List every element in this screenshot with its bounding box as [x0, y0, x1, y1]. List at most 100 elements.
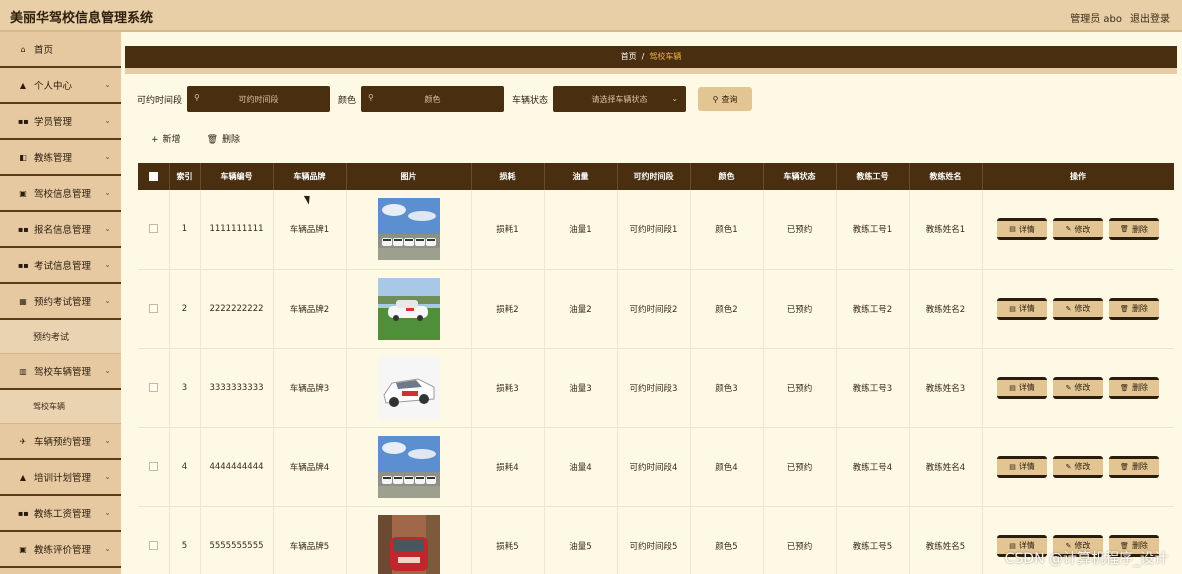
- column-header: 操作: [982, 163, 1174, 190]
- delete-button[interactable]: 🗑 删除: [1109, 376, 1159, 399]
- color-search-input[interactable]: ⚲ 颜色: [361, 86, 505, 112]
- sidebar-item[interactable]: ▲ 培训计划管理 ⌄: [0, 460, 121, 496]
- sidebar-item[interactable]: ▥ 驾校车辆管理 ⌄: [0, 354, 121, 390]
- status-label: 车辆状态: [512, 95, 549, 106]
- watermark: CSDN @计算机程序_设计: [1004, 551, 1168, 567]
- chevron-down-icon: ⌄: [104, 296, 111, 305]
- loss-value: 损耗2: [471, 269, 545, 348]
- coach-number: 教练工号3: [836, 348, 910, 427]
- row-actions: ▤ 详情 ✎ 修改 🗑 删除: [982, 190, 1174, 269]
- row-actions: ▤ 详情 ✎ 修改 🗑 删除: [982, 427, 1174, 506]
- sidebar-item[interactable]: ✈ 车辆预约管理 ⌄: [0, 424, 121, 460]
- plane-icon: ✈: [19, 436, 27, 446]
- logout-link[interactable]: 退出登录: [1130, 10, 1170, 25]
- delete-label: 删除: [1131, 224, 1148, 234]
- main-content: 首页 / 驾校车辆 可约时间段 ⚲ 可约时间段 颜色 ⚲ 颜色 车辆状态 请选择车辆…: [125, 32, 1182, 574]
- edit-icon: ✎: [1065, 462, 1072, 471]
- column-header: 教练工号: [836, 163, 910, 190]
- column-header: 索引: [169, 163, 201, 190]
- trash-icon: 🗑: [1120, 383, 1129, 392]
- search-icon: ⚲: [368, 93, 374, 102]
- edit-label: 修改: [1074, 304, 1091, 313]
- add-button[interactable]: + 新增: [151, 132, 181, 145]
- grid-icon: ▪▪: [18, 224, 29, 234]
- sidebar-item[interactable]: ⌂ 首页: [0, 32, 121, 68]
- breadcrumb-underline: [125, 68, 1177, 74]
- edit-button[interactable]: ✎ 修改: [1053, 376, 1103, 399]
- coach-name: 教练姓名5: [909, 506, 983, 574]
- delete-button[interactable]: 🗑 删除: [1109, 455, 1159, 478]
- search-form: 可约时间段 ⚲ 可约时间段 颜色 ⚲ 颜色 车辆状态 请选择车辆状态 ⌄ ⚲ 查…: [137, 86, 753, 112]
- query-button[interactable]: ⚲ 查询: [698, 87, 753, 111]
- color-placeholder: 颜色: [424, 94, 441, 104]
- sidebar-subitem[interactable]: 驾校车辆: [0, 390, 121, 424]
- sidebar-item[interactable]: ◧ 教练管理 ⌄: [0, 140, 121, 176]
- detail-button[interactable]: ▤ 详情: [997, 218, 1047, 241]
- row-checkbox[interactable]: [148, 224, 158, 234]
- row-index: 2: [169, 269, 201, 348]
- doc-icon: ▣: [19, 544, 27, 554]
- edit-icon: ✎: [1065, 225, 1072, 234]
- row-checkbox[interactable]: [148, 303, 158, 313]
- detail-button[interactable]: ▤ 详情: [997, 376, 1047, 399]
- row-select-cell: [138, 506, 170, 574]
- loss-value: 损耗1: [471, 190, 545, 269]
- bar-icon: ▥: [19, 366, 27, 376]
- sidebar-item[interactable]: ▦ 预约考试管理 ⌄: [0, 284, 121, 320]
- detail-button[interactable]: ▤ 详情: [997, 297, 1047, 320]
- select-all-checkbox[interactable]: [148, 172, 158, 181]
- chevron-down-icon: ⌄: [104, 224, 111, 233]
- sidebar-subitem[interactable]: 预约考试: [0, 320, 121, 354]
- row-checkbox[interactable]: [148, 382, 158, 392]
- detail-label: 详情: [1018, 383, 1035, 392]
- breadcrumb-home[interactable]: 首页: [621, 52, 637, 61]
- table-row: 1 1111111111 车辆品牌1 损耗1 油量1 可约时间段1 颜色1 已预约 教练工号1 教…: [138, 190, 1174, 269]
- loss-value: 损耗5: [471, 506, 545, 574]
- app-title: 美丽华驾校信息管理系统: [10, 11, 154, 26]
- column-header: 损耗: [471, 163, 545, 190]
- add-label: 新增: [162, 135, 181, 145]
- column-header: 车辆品牌: [273, 163, 347, 190]
- search-icon: ⚲: [194, 93, 200, 102]
- edit-button[interactable]: ✎ 修改: [1053, 297, 1103, 320]
- plus-icon: +: [151, 135, 159, 145]
- detail-icon: ▤: [1009, 462, 1016, 471]
- admin-name: 管理员 abo: [1070, 14, 1122, 25]
- delete-button[interactable]: 🗑 删除: [1109, 218, 1159, 241]
- color-label: 颜色: [338, 95, 357, 106]
- status-select[interactable]: 请选择车辆状态 ⌄: [553, 86, 687, 112]
- user-icon: ▲: [19, 80, 27, 90]
- row-checkbox[interactable]: [148, 461, 158, 471]
- vehicle-color: 颜色5: [690, 506, 764, 574]
- sidebar-item[interactable]: ▪▪ 报名信息管理 ⌄: [0, 212, 121, 248]
- edit-button[interactable]: ✎ 修改: [1053, 455, 1103, 478]
- coach-name: 教练姓名3: [909, 348, 983, 427]
- table-icon: ▦: [19, 296, 27, 306]
- column-header: 车辆状态: [763, 163, 837, 190]
- delete-button[interactable]: 🗑 删除: [1109, 297, 1159, 320]
- edit-button[interactable]: ✎ 修改: [1053, 218, 1103, 241]
- vehicle-photo: [346, 190, 472, 269]
- time-search-input[interactable]: ⚲ 可约时间段: [187, 86, 331, 112]
- sidebar-item[interactable]: ▪▪ 考试信息管理 ⌄: [0, 248, 121, 284]
- detail-label: 详情: [1018, 304, 1035, 313]
- column-header: 图片: [346, 163, 472, 190]
- sidebar-item[interactable]: ▪▪ 学员管理 ⌄: [0, 104, 121, 140]
- sidebar-item-label: 学员管理: [34, 117, 73, 128]
- sidebar-item[interactable]: ▪▪ 教练工资管理 ⌄: [0, 496, 121, 532]
- sidebar-item-label: 考试信息管理: [34, 261, 92, 272]
- vehicle-color: 颜色4: [690, 427, 764, 506]
- row-select-cell: [138, 190, 170, 269]
- sidebar-item-label: 教练管理: [34, 153, 73, 164]
- vehicle-photo: [346, 427, 472, 506]
- oil-value: 油量1: [544, 190, 618, 269]
- sidebar-item[interactable]: ▣ 教练评价管理 ⌄: [0, 532, 121, 568]
- vehicle-photo: [346, 269, 472, 348]
- row-checkbox[interactable]: [148, 540, 158, 550]
- coach-number: 教练工号5: [836, 506, 910, 574]
- detail-button[interactable]: ▤ 详情: [997, 455, 1047, 478]
- batch-delete-button[interactable]: 🗑 删除: [207, 132, 240, 145]
- sidebar-item[interactable]: ▣ 驾校信息管理 ⌄: [0, 176, 121, 212]
- chevron-down-icon: ⌄: [104, 544, 111, 553]
- sidebar-item[interactable]: ▲ 个人中心 ⌄: [0, 68, 121, 104]
